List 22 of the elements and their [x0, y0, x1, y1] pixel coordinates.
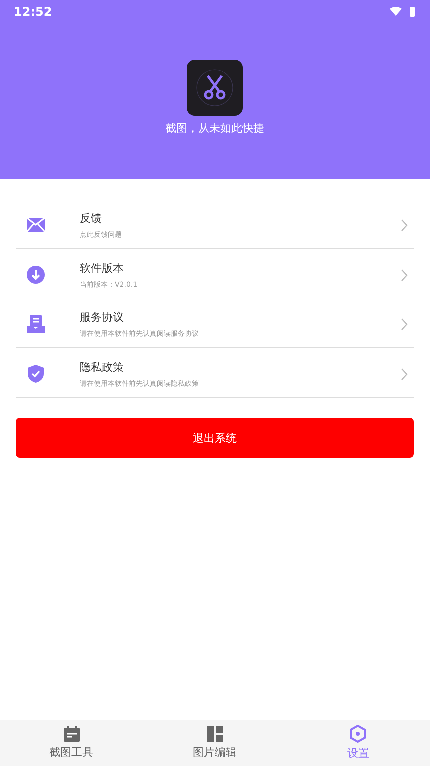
app-tagline: 截图，从未如此快捷: [166, 121, 264, 136]
download-icon: [27, 266, 45, 284]
settings-icon: [350, 725, 366, 743]
chevron-right-icon: [401, 218, 408, 232]
chevron-right-icon: [401, 268, 408, 282]
logout-button[interactable]: 退出系统: [16, 418, 414, 458]
document-tray-icon: [27, 315, 45, 333]
shield-check-icon: [28, 365, 44, 383]
grid-icon: [206, 726, 223, 742]
row-title: 软件版本: [80, 260, 124, 276]
row-title: 反馈: [80, 210, 102, 226]
status-time: 12:52: [14, 5, 52, 19]
chevron-right-icon: [401, 318, 408, 330]
calendar-icon: [64, 726, 80, 742]
status-icons-drawing: [390, 6, 416, 18]
row-title: 隐私政策: [80, 360, 124, 374]
app-logo: [187, 60, 243, 116]
envelope-icon: [27, 218, 45, 232]
row-title: 服务协议: [80, 310, 124, 324]
nav-tab[interactable]: 截图工具: [0, 720, 144, 766]
chevron-right-icon: [401, 368, 408, 380]
nav-tab[interactable]: 图片编辑: [143, 720, 287, 766]
